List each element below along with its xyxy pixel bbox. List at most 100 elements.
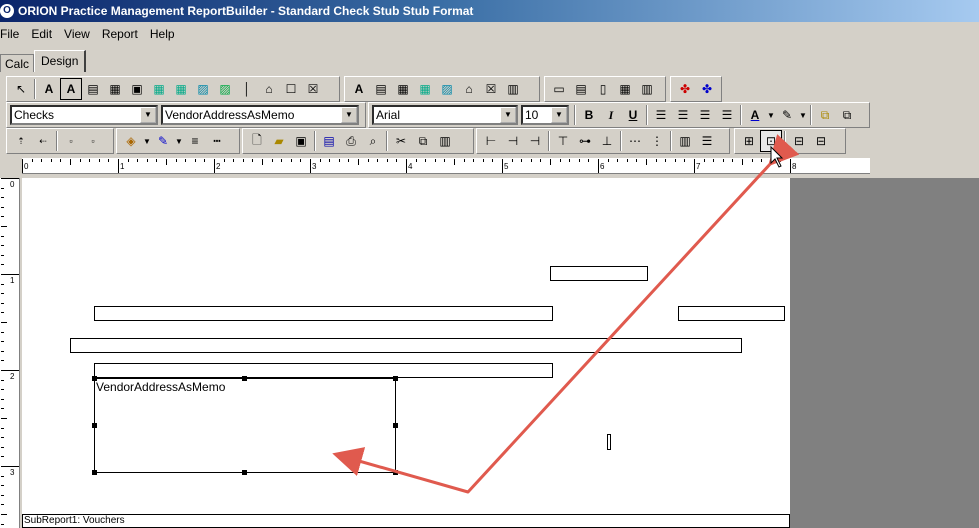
open-folder-icon[interactable]: ▰ — [268, 130, 290, 152]
report-field-box[interactable] — [70, 338, 742, 353]
center-horizontally-icon[interactable]: ▥ — [674, 130, 696, 152]
resize-handle[interactable] — [393, 376, 398, 381]
design-canvas[interactable]: VendorAddressAsMemo — [22, 178, 790, 528]
align-tops-icon[interactable]: ⊤ — [552, 130, 574, 152]
report-field-box[interactable] — [678, 306, 785, 321]
print-preview-icon[interactable]: ⌕ — [362, 130, 384, 152]
memo-icon[interactable]: ▤ — [82, 78, 104, 100]
center-vertically-icon[interactable]: ☰ — [696, 130, 718, 152]
dbmemo-icon[interactable]: ▤ — [370, 78, 392, 100]
image-icon[interactable]: ▨ — [192, 78, 214, 100]
close-box-icon[interactable]: ☒ — [302, 78, 324, 100]
richtext-icon[interactable]: ▦ — [104, 78, 126, 100]
variable-icon[interactable]: ▦ — [148, 78, 170, 100]
justify-icon[interactable]: ☰ — [716, 104, 738, 126]
dblabel-icon[interactable]: A — [348, 78, 370, 100]
line-icon[interactable]: │ — [236, 78, 258, 100]
bring-to-front-icon[interactable]: ⧉ — [814, 104, 836, 126]
print-icon[interactable]: ⎙ — [340, 130, 362, 152]
checkbox-icon[interactable]: ☐ — [280, 78, 302, 100]
chevron-down-icon[interactable]: ▼ — [140, 107, 156, 123]
dbimage-icon[interactable]: ▨ — [214, 78, 236, 100]
line-thickness-icon[interactable]: ≡ — [184, 130, 206, 152]
menu-view[interactable]: View — [58, 27, 96, 41]
font-size-select[interactable]: 10 ▼ — [521, 105, 569, 125]
align-middles-icon[interactable]: ⊶ — [574, 130, 596, 152]
resize-handle[interactable] — [242, 376, 247, 381]
resize-handle[interactable] — [92, 376, 97, 381]
fill-color-icon[interactable]: ◈ — [120, 130, 142, 152]
menu-file[interactable]: File — [0, 27, 25, 41]
new-file-icon[interactable]: 🗋 — [246, 130, 268, 152]
group-icon[interactable]: ✤ — [674, 78, 696, 100]
barcode-icon[interactable]: ▥ — [502, 78, 524, 100]
report-field-box[interactable] — [94, 363, 553, 378]
report-field-box[interactable] — [94, 306, 553, 321]
paste-icon[interactable]: ▥ — [434, 130, 456, 152]
align-bottoms-icon[interactable]: ⊥ — [596, 130, 618, 152]
region-icon[interactable]: ▭ — [548, 78, 570, 100]
align-centers-icon[interactable]: ⊣ — [502, 130, 524, 152]
page-break-icon[interactable]: ▯ — [592, 78, 614, 100]
small-field-box[interactable] — [607, 434, 611, 450]
menu-edit[interactable]: Edit — [25, 27, 58, 41]
dbcalc2-icon[interactable]: ▦ — [414, 78, 436, 100]
subreport-icon[interactable]: ▤ — [570, 78, 592, 100]
align-center-icon[interactable]: ☰ — [672, 104, 694, 126]
italic-icon[interactable]: I — [600, 104, 622, 126]
resize-handle[interactable] — [92, 470, 97, 475]
line-style-icon[interactable]: ┅ — [206, 130, 228, 152]
ungroup-icon[interactable]: ✤ — [696, 78, 718, 100]
chevron-down-icon[interactable]: ▼ — [142, 130, 152, 152]
resize-handle[interactable] — [393, 470, 398, 475]
align-right-icon[interactable]: ☰ — [694, 104, 716, 126]
dbrichtext-icon[interactable]: ▦ — [392, 78, 414, 100]
grow-width-icon[interactable]: ▫ — [60, 130, 82, 152]
resize-handle[interactable] — [242, 470, 247, 475]
copy-icon[interactable]: ⧉ — [412, 130, 434, 152]
dbimage2-icon[interactable]: ▨ — [436, 78, 458, 100]
space-horizontally-icon[interactable]: ⋯ — [624, 130, 646, 152]
resize-handle[interactable] — [393, 423, 398, 428]
shape-icon[interactable]: ⌂ — [258, 78, 280, 100]
dbshape-icon[interactable]: ⌂ — [458, 78, 480, 100]
menu-report[interactable]: Report — [96, 27, 144, 41]
table-icon[interactable]: ▥ — [636, 78, 658, 100]
space-vertically-icon[interactable]: ⋮ — [646, 130, 668, 152]
font-color-icon[interactable]: A — [744, 104, 766, 126]
chevron-down-icon[interactable]: ▼ — [174, 130, 184, 152]
calc-icon[interactable]: ▣ — [126, 78, 148, 100]
tab-calc[interactable]: Calc — [0, 54, 35, 72]
grow-height-icon[interactable]: ▫ — [82, 130, 104, 152]
select-pointer-icon[interactable]: ↖ — [10, 78, 32, 100]
grow-to-largest-icon[interactable]: ⊞ — [738, 130, 760, 152]
bold-icon[interactable]: B — [578, 104, 600, 126]
same-width-icon[interactable]: ⊟ — [788, 130, 810, 152]
save-icon[interactable]: ▣ — [290, 130, 312, 152]
font-select[interactable]: Arial ▼ — [372, 105, 518, 125]
chevron-down-icon[interactable]: ▼ — [500, 107, 516, 123]
underline-icon[interactable]: U — [622, 104, 644, 126]
shrink-to-smallest-icon[interactable]: ⊡ — [760, 130, 782, 152]
chevron-down-icon[interactable]: ▼ — [798, 104, 808, 126]
tab-design[interactable]: Design — [34, 50, 87, 72]
highlight-icon[interactable]: ✎ — [776, 104, 798, 126]
dbtext-icon[interactable]: A — [60, 78, 82, 100]
dbcheckbox-icon[interactable]: ☒ — [480, 78, 502, 100]
nudge-up-icon[interactable]: ⇡ — [10, 130, 32, 152]
chevron-down-icon[interactable]: ▼ — [551, 107, 567, 123]
field-select[interactable]: VendorAddressAsMemo ▼ — [161, 105, 359, 125]
report-field-box[interactable] — [550, 266, 648, 281]
vendor-address-memo[interactable]: VendorAddressAsMemo — [94, 378, 396, 473]
align-lefts-icon[interactable]: ⊢ — [480, 130, 502, 152]
crosstab-icon[interactable]: ▦ — [614, 78, 636, 100]
dbcalc-icon[interactable]: ▦ — [170, 78, 192, 100]
nudge-left-icon[interactable]: ⇠ — [32, 130, 54, 152]
align-left-icon[interactable]: ☰ — [650, 104, 672, 126]
menu-help[interactable]: Help — [144, 27, 181, 41]
chevron-down-icon[interactable]: ▼ — [766, 104, 776, 126]
subreport-band[interactable]: SubReport1: Vouchers — [22, 514, 790, 528]
same-height-icon[interactable]: ⊟ — [810, 130, 832, 152]
dataset-select[interactable]: Checks ▼ — [10, 105, 158, 125]
send-to-back-icon[interactable]: ⧉ — [836, 104, 858, 126]
